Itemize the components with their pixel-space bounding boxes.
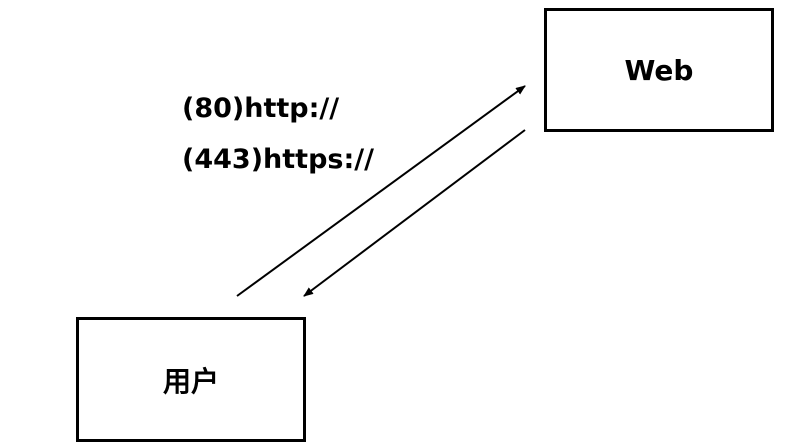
user-box: 用户 xyxy=(76,317,306,442)
user-label: 用户 xyxy=(162,364,219,398)
diagram-canvas: Web 用户 (80)http:// (443)https:// xyxy=(0,0,799,447)
web-server-label: Web xyxy=(624,53,694,87)
web-server-box: Web xyxy=(544,8,774,132)
http-protocol-label: (80)http:// xyxy=(182,93,340,124)
https-protocol-label: (443)https:// xyxy=(182,144,374,175)
